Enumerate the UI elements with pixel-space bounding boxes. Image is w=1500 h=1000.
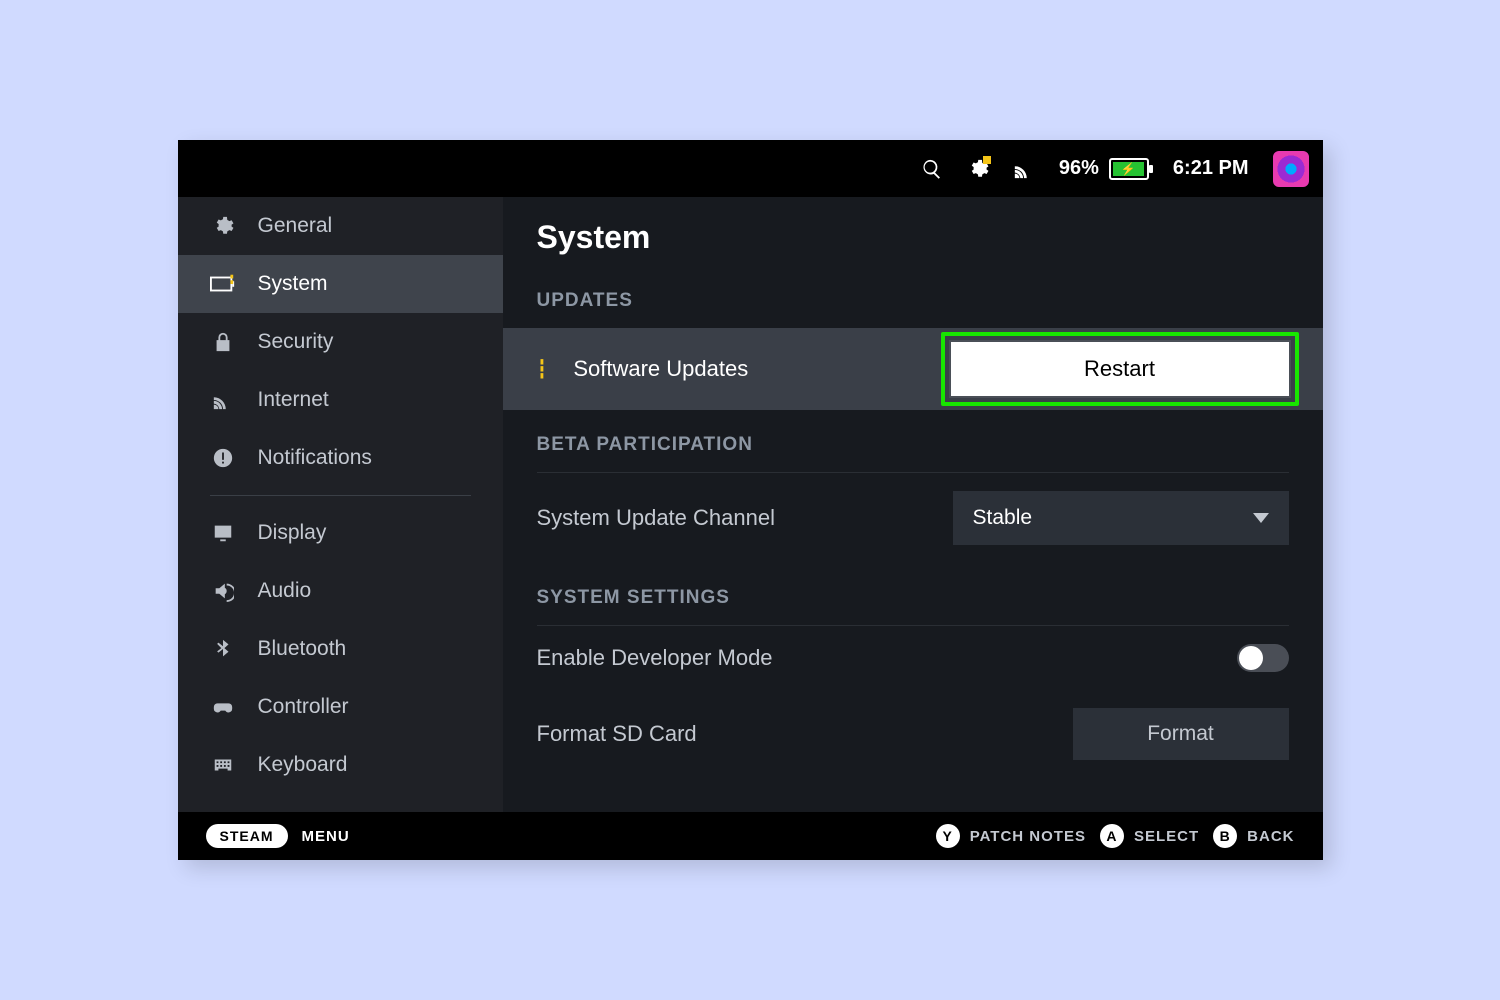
bottom-bar: STEAM MENU Y PATCH NOTES A SELECT B BACK [178,812,1323,860]
sidebar-item-label: Keyboard [258,753,348,777]
hint-back[interactable]: B BACK [1213,824,1294,848]
sidebar-item-controller[interactable]: Controller [178,678,503,736]
hint-label: PATCH NOTES [970,828,1086,845]
lock-icon [210,330,236,354]
cast-icon[interactable] [1013,158,1035,180]
clock: 6:21 PM [1173,157,1249,180]
gear-icon [210,214,236,238]
hint-label: SELECT [1134,828,1199,845]
settings-window: 96% ⚡ 6:21 PM General System Security [178,140,1323,860]
sidebar-item-label: Notifications [258,446,372,470]
sidebar-item-notifications[interactable]: Notifications [178,429,503,487]
restart-button[interactable]: Restart [949,340,1291,398]
content-panel: System UPDATES ┇ Software Updates Restar… [503,197,1323,812]
software-updates-row: ┇ Software Updates Restart [503,328,1323,410]
sidebar-item-keyboard[interactable]: Keyboard [178,736,503,794]
sidebar-item-label: Internet [258,388,329,412]
hint-patch-notes[interactable]: Y PATCH NOTES [936,824,1086,848]
sidebar-item-internet[interactable]: Internet [178,371,503,429]
software-updates-label: Software Updates [573,356,748,382]
sidebar-divider [210,495,471,496]
sidebar-item-system[interactable]: System [178,255,503,313]
sidebar-item-label: Controller [258,695,349,719]
wifi-icon [210,388,236,412]
a-button-icon: A [1100,824,1124,848]
sidebar-item-label: System [258,272,328,296]
sidebar-item-audio[interactable]: Audio [178,562,503,620]
battery-icon: ⚡ [1109,158,1149,180]
format-button[interactable]: Format [1073,708,1289,760]
sidebar-item-display[interactable]: Display [178,504,503,562]
update-channel-label: System Update Channel [537,505,775,531]
avatar[interactable] [1273,151,1309,187]
system-icon [210,272,236,296]
settings-sidebar: General System Security Internet Notific… [178,197,503,812]
settings-icon[interactable] [967,158,989,180]
notifications-icon [210,446,236,470]
update-channel-row: System Update Channel Stable [503,473,1323,563]
chevron-down-icon [1253,513,1269,523]
sidebar-item-label: Security [258,330,334,354]
format-sd-row: Format SD Card Format [503,690,1323,760]
section-heading-updates: UPDATES [503,266,1323,322]
bluetooth-icon [210,637,236,661]
hint-select[interactable]: A SELECT [1100,824,1199,848]
developer-mode-label: Enable Developer Mode [537,645,773,671]
menu-label: MENU [302,828,350,845]
restart-highlight: Restart [941,332,1299,406]
battery-percent: 96% [1059,157,1099,180]
developer-mode-toggle[interactable] [1237,644,1289,672]
b-button-icon: B [1213,824,1237,848]
sidebar-item-label: General [258,214,333,238]
update-badge-icon [983,156,991,164]
update-channel-value: Stable [973,506,1033,530]
sidebar-item-label: Bluetooth [258,637,347,661]
controller-icon [210,695,236,719]
battery-status: 96% ⚡ [1059,157,1149,180]
sidebar-item-bluetooth[interactable]: Bluetooth [178,620,503,678]
hint-label: BACK [1247,828,1294,845]
update-channel-dropdown[interactable]: Stable [953,491,1289,545]
audio-icon [210,579,236,603]
y-button-icon: Y [936,824,960,848]
format-sd-label: Format SD Card [537,721,697,747]
status-bar: 96% ⚡ 6:21 PM [178,140,1323,197]
sidebar-item-label: Display [258,521,327,545]
sidebar-item-security[interactable]: Security [178,313,503,371]
main-area: General System Security Internet Notific… [178,197,1323,812]
display-icon [210,521,236,545]
section-heading-beta: BETA PARTICIPATION [503,410,1323,466]
search-icon[interactable] [921,158,943,180]
page-title: System [503,197,1323,266]
sidebar-item-general[interactable]: General [178,197,503,255]
keyboard-icon [210,753,236,777]
sidebar-item-label: Audio [258,579,312,603]
steam-button[interactable]: STEAM [206,824,288,848]
section-heading-system-settings: SYSTEM SETTINGS [503,563,1323,619]
developer-mode-row: Enable Developer Mode [503,626,1323,690]
